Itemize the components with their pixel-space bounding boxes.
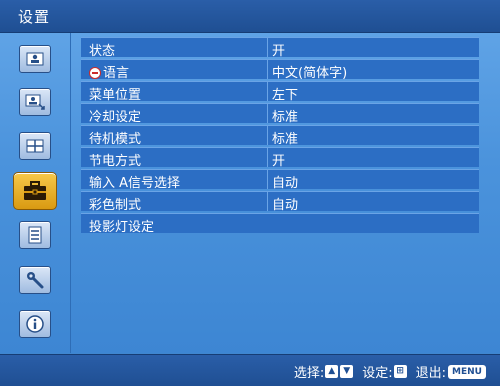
select-hint-label: 选择: <box>293 366 325 381</box>
menu-row-value: 自动 <box>272 176 299 191</box>
menu-row-label: 投影灯设定 <box>89 220 155 235</box>
menu-row-value: 中文(简体字) <box>272 66 348 81</box>
menu-row-label: 彩色制式 <box>89 198 142 213</box>
menu-row-label: 节电方式 <box>89 154 142 169</box>
menu-row-color-system[interactable]: 彩色制式 自动 <box>81 191 479 213</box>
key-hints: 选择: ▲ ▼ 设定: ⊞ 退出: MENU <box>294 362 486 381</box>
menu-row-value: 标准 <box>272 110 299 125</box>
wrench-icon <box>27 272 44 289</box>
menu-row-label: 冷却设定 <box>89 110 142 125</box>
menu-row-value: 开 <box>272 154 286 169</box>
menu-key-icon: MENU <box>448 364 486 379</box>
menu-row-status[interactable]: 状态 开 <box>81 37 479 59</box>
toolbox-icon <box>24 181 46 200</box>
sidebar-item-information[interactable] <box>13 306 57 342</box>
language-globe-icon <box>89 67 101 79</box>
sidebar-item-maintenance[interactable] <box>13 262 57 298</box>
sidebar-item-setup[interactable] <box>13 172 57 210</box>
menu-row-power-saving[interactable]: 节电方式 开 <box>81 147 479 169</box>
menu-row-label: 菜单位置 <box>89 88 142 103</box>
enter-key-icon: ⊞ <box>393 365 407 378</box>
menu-row-menu-position[interactable]: 菜单位置 左下 <box>81 81 479 103</box>
menu-row-label: 状态 <box>89 44 116 59</box>
menu-row-lamp-settings[interactable]: 投影灯设定 <box>81 213 479 235</box>
menu-row-value: 自动 <box>272 198 299 213</box>
menu-row-cooling[interactable]: 冷却设定 标准 <box>81 103 479 125</box>
info-icon <box>26 315 44 333</box>
picture-adjust-icon <box>25 94 45 110</box>
menu-row-value: 标准 <box>272 132 299 147</box>
sidebar-item-options[interactable] <box>13 217 57 253</box>
settings-panel: 状态 开 语言 中文(简体字) 菜单位置 左下 冷却设定 标准 待机模式 标准 … <box>0 33 500 353</box>
sidebar-item-screen-layout[interactable] <box>13 128 57 164</box>
menu-row-label: 语言 <box>103 66 130 81</box>
set-hint-label: 设定: <box>362 366 393 381</box>
sidebar <box>0 33 71 353</box>
screen-layout-icon <box>26 139 44 153</box>
bottom-bar: 选择: ▲ ▼ 设定: ⊞ 退出: MENU <box>0 354 500 386</box>
exit-hint-label: 退出: <box>415 366 447 381</box>
menu-row-value: 开 <box>272 44 286 59</box>
window-title: 设置 <box>18 8 51 26</box>
menu-row-standby-mode[interactable]: 待机模式 标准 <box>81 125 479 147</box>
up-arrow-key-icon: ▲ <box>325 365 339 378</box>
down-arrow-key-icon: ▼ <box>340 365 354 378</box>
sidebar-item-picture-adjust[interactable] <box>13 84 57 120</box>
sidebar-item-picture[interactable] <box>13 41 57 77</box>
list-icon <box>28 226 42 244</box>
menu-row-label: 待机模式 <box>89 132 142 147</box>
menu-row-input-a-signal[interactable]: 输入 A信号选择 自动 <box>81 169 479 191</box>
menu-row-value: 左下 <box>272 88 299 103</box>
title-bar: 设置 <box>0 0 500 33</box>
menu-row-language[interactable]: 语言 中文(简体字) <box>81 59 479 81</box>
picture-icon <box>26 52 44 66</box>
menu-row-label: 输入 A信号选择 <box>89 176 181 191</box>
